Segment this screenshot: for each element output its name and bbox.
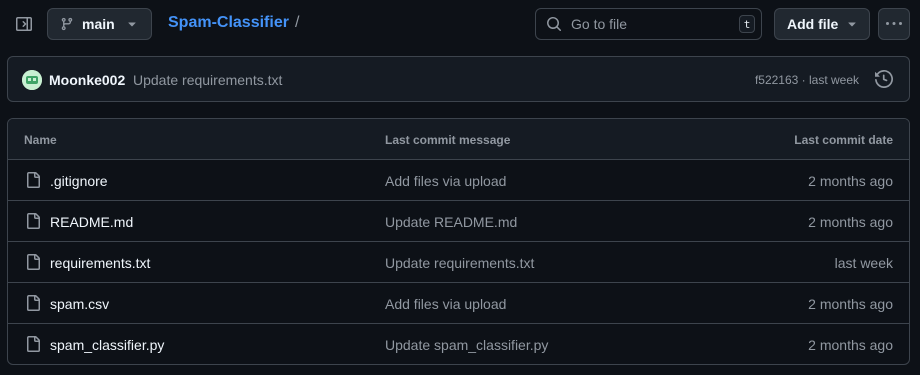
table-row: spam.csv Add files via upload 2 months a… [8, 283, 909, 324]
chevron-down-icon [128, 22, 136, 27]
file-icon [27, 295, 40, 311]
file-list-table: Name Last commit message Last commit dat… [7, 118, 910, 365]
column-header-name: Name [24, 133, 57, 147]
column-header-date: Last commit date [794, 133, 893, 147]
file-name-link[interactable]: README.md [50, 214, 133, 230]
file-icon [27, 172, 40, 188]
file-commit-message-link[interactable]: Update README.md [385, 214, 517, 230]
breadcrumb: Spam-Classifier / [168, 14, 299, 32]
file-icon [27, 254, 40, 270]
shortcut-key-hint: t [739, 15, 755, 33]
file-commit-message-link[interactable]: Add files via upload [385, 296, 506, 312]
table-row: README.md Update README.md 2 months ago [8, 201, 909, 242]
latest-commit-bar: Moonke002 Update requirements.txt f52216… [7, 56, 910, 102]
file-commit-date: 2 months ago [808, 296, 893, 312]
file-name-link[interactable]: spam.csv [50, 296, 109, 312]
git-branch-icon [61, 17, 73, 31]
file-commit-message-link[interactable]: Update spam_classifier.py [385, 337, 548, 353]
file-commit-date: 2 months ago [808, 337, 893, 353]
sidebar-toggle-icon [16, 17, 32, 31]
file-icon [27, 336, 40, 352]
file-name-link[interactable]: spam_classifier.py [50, 337, 164, 353]
file-name-link[interactable]: .gitignore [50, 173, 108, 189]
kebab-horizontal-icon [886, 22, 902, 25]
add-file-label: Add file [787, 16, 839, 32]
commit-sha-time[interactable]: f522163 · last week [755, 73, 859, 87]
file-commit-date: 2 months ago [808, 214, 893, 230]
file-commit-date: last week [834, 255, 893, 271]
file-commit-message-link[interactable]: Add files via upload [385, 173, 506, 189]
file-commit-message-link[interactable]: Update requirements.txt [385, 255, 534, 271]
table-row: requirements.txt Update requirements.txt… [8, 242, 909, 283]
commit-author-link[interactable]: Moonke002 [49, 72, 125, 88]
repo-toolbar: main Spam-Classifier / Go to file t Add … [0, 0, 920, 48]
history-icon[interactable] [875, 70, 893, 88]
go-to-file-input[interactable]: Go to file t [535, 8, 762, 40]
table-header: Name Last commit message Last commit dat… [8, 119, 909, 160]
go-to-file-placeholder: Go to file [571, 16, 628, 32]
branch-selector-button[interactable]: main [47, 8, 152, 40]
chevron-down-icon [848, 22, 856, 27]
file-name-link[interactable]: requirements.txt [50, 255, 150, 271]
branch-label: main [82, 16, 115, 32]
more-options-button[interactable] [878, 8, 910, 40]
repo-name-link[interactable]: Spam-Classifier [168, 14, 289, 32]
avatar[interactable] [22, 70, 42, 90]
table-row: spam_classifier.py Update spam_classifie… [8, 324, 909, 364]
file-icon [27, 213, 40, 229]
add-file-button[interactable]: Add file [774, 8, 870, 40]
breadcrumb-separator: / [294, 14, 300, 31]
sidebar-toggle-button[interactable] [10, 10, 38, 38]
search-icon [547, 17, 562, 32]
commit-message-link[interactable]: Update requirements.txt [133, 72, 282, 88]
column-header-message: Last commit message [385, 133, 511, 147]
avatar-image [22, 70, 42, 90]
file-commit-date: 2 months ago [808, 173, 893, 189]
table-row: .gitignore Add files via upload 2 months… [8, 160, 909, 201]
